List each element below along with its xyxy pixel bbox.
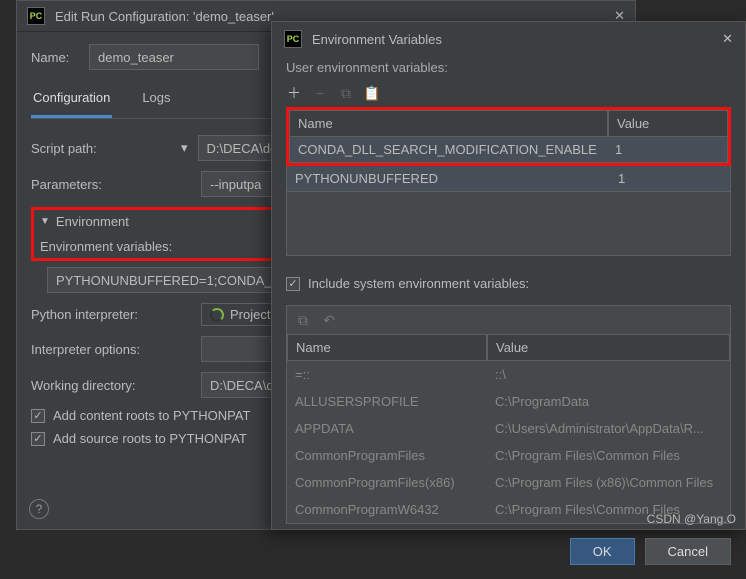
- watermark: CSDN @Yang.O: [647, 512, 736, 526]
- ok-button[interactable]: OK: [570, 538, 635, 565]
- col-value[interactable]: Value: [608, 110, 728, 137]
- table-row[interactable]: ALLUSERSPROFILEC:\ProgramData: [287, 388, 730, 415]
- add-icon[interactable]: ＋: [286, 85, 302, 101]
- system-env-header: Name Value: [287, 334, 730, 361]
- collapse-icon[interactable]: ▼: [40, 216, 50, 227]
- checkbox-checked-icon: ✓: [286, 277, 300, 291]
- checkbox-checked-icon: ✓: [31, 409, 45, 423]
- user-env-table-highlight: Name Value CONDA_DLL_SEARCH_MODIFICATION…: [286, 107, 731, 166]
- cancel-button[interactable]: Cancel: [645, 538, 731, 565]
- col-name[interactable]: Name: [287, 334, 487, 361]
- col-value[interactable]: Value: [487, 334, 730, 361]
- user-env-table-body: PYTHONUNBUFFERED 1: [286, 166, 731, 192]
- fg-title: Environment Variables: [312, 32, 712, 47]
- script-path-label: Script path:: [31, 141, 171, 156]
- name-input[interactable]: demo_teaser: [89, 44, 259, 70]
- user-env-table-header: Name Value: [289, 110, 728, 137]
- copy-icon[interactable]: ⧉: [295, 312, 311, 328]
- tab-logs[interactable]: Logs: [140, 84, 172, 118]
- name-label: Name:: [31, 50, 79, 65]
- tab-configuration[interactable]: Configuration: [31, 84, 112, 118]
- undo-icon[interactable]: ↶: [321, 312, 337, 328]
- loading-spinner-icon: [210, 308, 224, 322]
- copy-icon[interactable]: ⧉: [338, 85, 354, 101]
- fg-titlebar: PC Environment Variables ✕: [272, 22, 745, 56]
- table-row[interactable]: CommonProgramFiles(x86)C:\Program Files …: [287, 469, 730, 496]
- table-row[interactable]: CONDA_DLL_SEARCH_MODIFICATION_ENABLE 1: [290, 137, 727, 162]
- workdir-label: Working directory:: [31, 378, 171, 393]
- table-row[interactable]: CommonProgramFilesC:\Program Files\Commo…: [287, 442, 730, 469]
- help-icon[interactable]: ?: [29, 499, 49, 519]
- dialog-footer: OK Cancel: [272, 524, 745, 579]
- system-env-body: =::::\ ALLUSERSPROFILEC:\ProgramData APP…: [287, 361, 730, 523]
- paste-icon[interactable]: 📋: [364, 85, 380, 101]
- system-env-area: ⧉ ↶ Name Value =::::\ ALLUSERSPROFILEC:\…: [286, 305, 731, 524]
- pycharm-icon: PC: [284, 30, 302, 48]
- pycharm-icon: PC: [27, 7, 45, 25]
- interpreter-label: Python interpreter:: [31, 307, 171, 322]
- close-icon[interactable]: ✕: [722, 31, 733, 47]
- col-name[interactable]: Name: [289, 110, 608, 137]
- table-empty-area: [286, 192, 731, 256]
- checkbox-checked-icon: ✓: [31, 432, 45, 446]
- table-row[interactable]: APPDATAC:\Users\Administrator\AppData\R.…: [287, 415, 730, 442]
- interp-options-label: Interpreter options:: [31, 342, 171, 357]
- parameters-label: Parameters:: [31, 177, 171, 192]
- environment-section-label: Environment: [56, 214, 129, 229]
- user-env-table-body: CONDA_DLL_SEARCH_MODIFICATION_ENABLE 1: [289, 137, 728, 163]
- remove-icon[interactable]: −: [312, 85, 328, 101]
- user-env-label: User environment variables:: [286, 60, 731, 75]
- environment-variables-dialog: PC Environment Variables ✕ User environm…: [271, 21, 746, 530]
- include-system-checkbox[interactable]: ✓ Include system environment variables:: [286, 276, 731, 291]
- chevron-down-icon[interactable]: ▾: [181, 140, 188, 156]
- table-row[interactable]: PYTHONUNBUFFERED 1: [287, 166, 730, 191]
- interpreter-select[interactable]: Project: [201, 303, 279, 326]
- table-row[interactable]: =::::\: [287, 361, 730, 388]
- user-env-toolbar: ＋ − ⧉ 📋: [286, 81, 731, 107]
